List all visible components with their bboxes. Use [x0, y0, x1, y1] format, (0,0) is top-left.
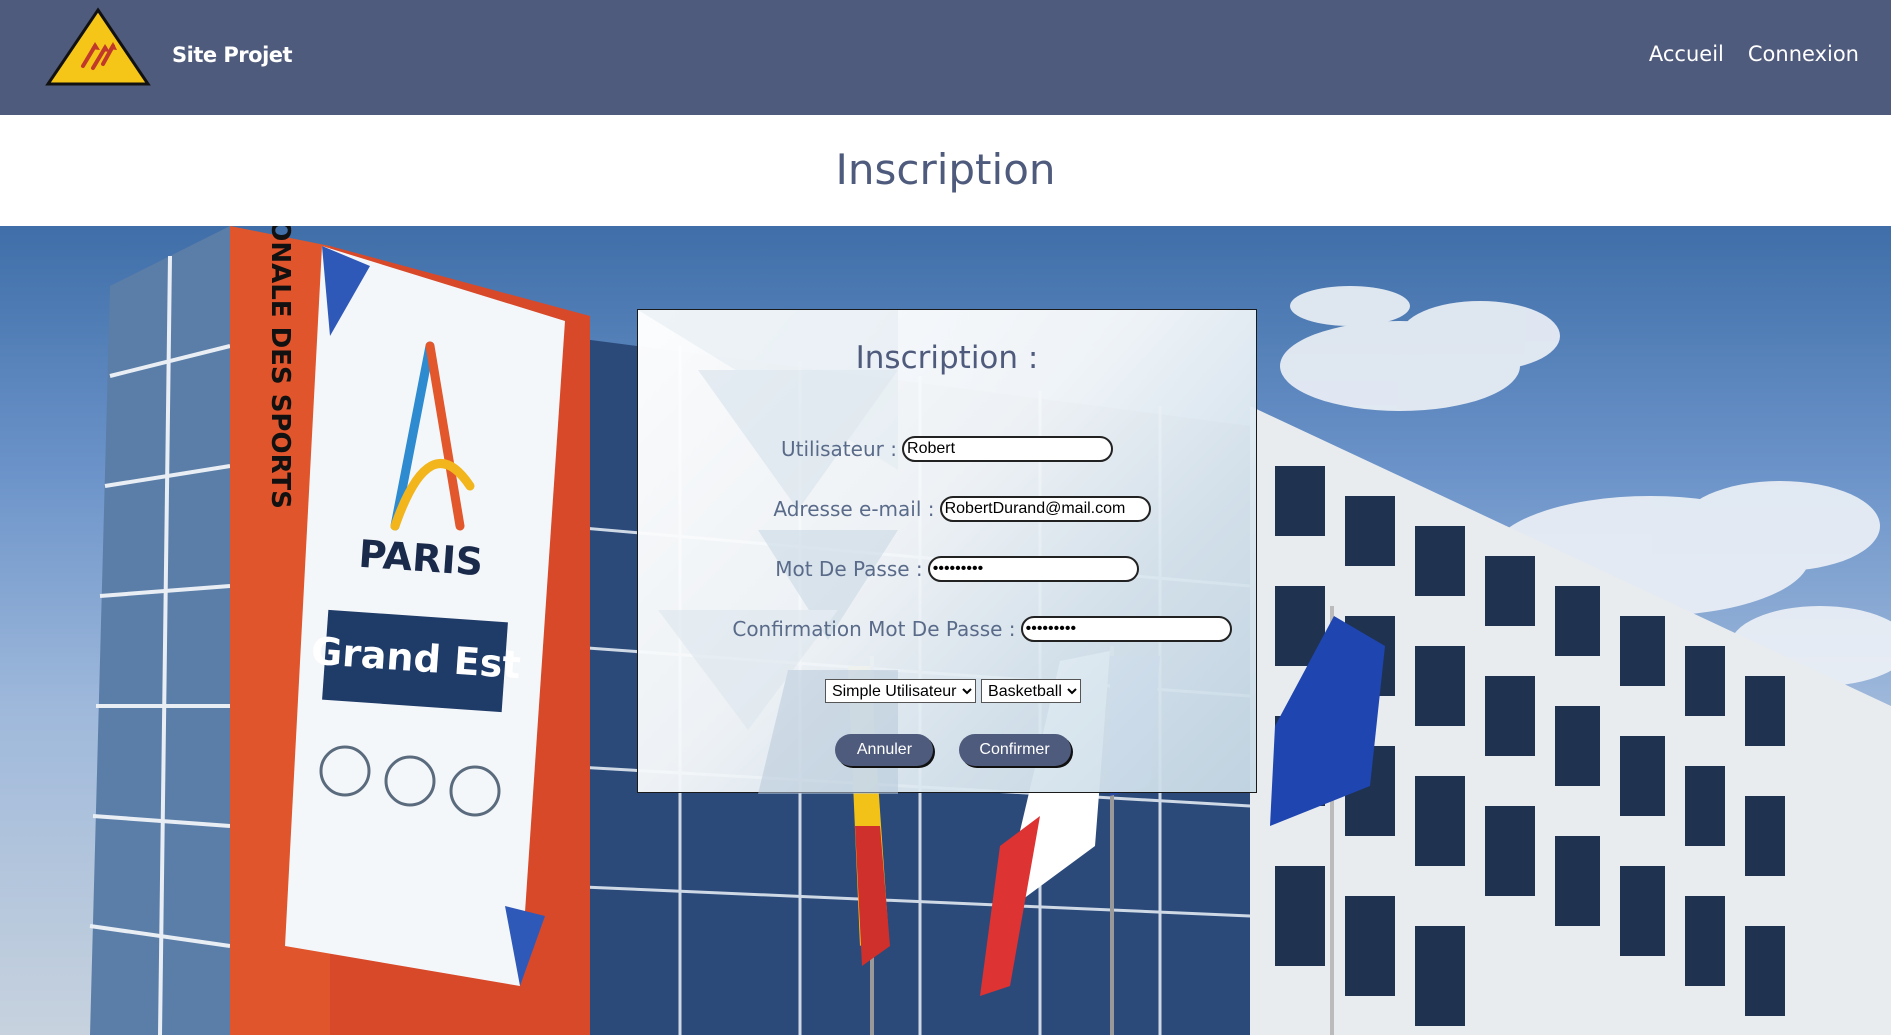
- hero-background-image: MAISON REGIONALE DES SPORTS PARIS Grand …: [0, 226, 1891, 1035]
- email-row: Adresse e-mail :: [638, 496, 1256, 522]
- username-row: Utilisateur :: [638, 436, 1256, 462]
- role-select[interactable]: Simple Utilisateur: [824, 679, 976, 703]
- select-row: Simple Utilisateur Basketball: [638, 679, 1256, 703]
- username-input[interactable]: [902, 436, 1114, 462]
- password-label: Mot De Passe :: [775, 557, 923, 581]
- form-title: Inscription :: [855, 340, 1039, 376]
- buttons-row: Annuler Confirmer: [638, 734, 1256, 766]
- password-confirm-label: Confirmation Mot De Passe :: [732, 617, 1016, 641]
- email-label: Adresse e-mail :: [773, 497, 935, 521]
- banner-city-text: PARIS: [357, 532, 484, 585]
- page-heading-band: Inscription: [0, 115, 1891, 226]
- page-title: Inscription: [835, 145, 1056, 194]
- password-row: Mot De Passe :: [638, 556, 1256, 582]
- site-title[interactable]: Site Projet: [172, 43, 293, 67]
- building-vertical-sign: MAISON REGIONALE DES SPORTS: [265, 226, 295, 509]
- sport-select[interactable]: Basketball: [981, 679, 1082, 703]
- password-confirm-row: Confirmation Mot De Passe :: [638, 616, 1256, 642]
- confirm-button[interactable]: Confirmer: [958, 734, 1071, 766]
- email-input[interactable]: [939, 496, 1151, 522]
- nav-link-connexion[interactable]: Connexion: [1748, 42, 1859, 66]
- cancel-button[interactable]: Annuler: [835, 734, 934, 766]
- nav-links: Accueil Connexion: [1649, 42, 1859, 66]
- registration-form-card: Inscription : Utilisateur : Adresse e-ma…: [637, 309, 1257, 794]
- site-logo-icon[interactable]: [45, 6, 151, 86]
- username-label: Utilisateur :: [780, 437, 897, 461]
- password-confirm-input[interactable]: [1020, 616, 1232, 642]
- decorative-triangle-pattern: [638, 310, 898, 794]
- top-navbar: Site Projet Accueil Connexion: [0, 0, 1891, 115]
- nav-link-accueil[interactable]: Accueil: [1649, 42, 1724, 66]
- password-input[interactable]: [927, 556, 1139, 582]
